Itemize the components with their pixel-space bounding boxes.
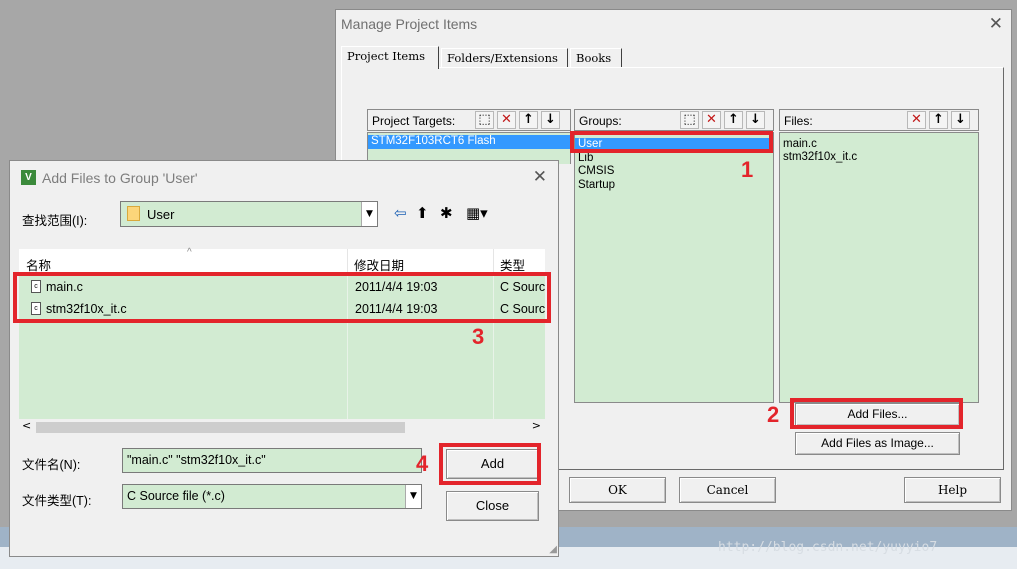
targets-header: Project Targets: ⬚ ✕ ↑ ↓ [367, 109, 571, 131]
resize-grip-icon[interactable]: ◢ [549, 544, 557, 555]
groups-header: Groups: ⬚ ✕ ↑ ↓ [574, 109, 774, 131]
delete-group-icon[interactable]: ✕ [702, 111, 721, 129]
new-target-icon[interactable]: ⬚ [475, 111, 494, 129]
move-up-icon[interactable]: ↑ [724, 111, 743, 129]
dialog-title: Add Files to Group 'User' [42, 170, 198, 186]
horizontal-scrollbar[interactable]: < > [19, 419, 545, 436]
filename-value: "main.c" "stm32f10x_it.c" [127, 453, 266, 467]
scroll-left-icon[interactable]: < [22, 419, 31, 432]
tab-folders-extensions[interactable]: Folders/Extensions [441, 48, 568, 68]
watermark: http://blog.csdn.net/yuyyio7 [718, 540, 938, 555]
ok-button[interactable]: OK [569, 477, 666, 503]
highlight-box-groups-user [570, 131, 773, 153]
help-button[interactable]: Help [904, 477, 1001, 503]
keil-app-icon: V [21, 170, 36, 185]
files-header: Files: ✕ ↑ ↓ [779, 109, 979, 131]
sort-caret-icon: ^ [187, 247, 192, 258]
view-menu-icon[interactable]: ▦▾ [466, 204, 488, 222]
file-list-header: 名称 ^ 修改日期 类型 [19, 247, 545, 274]
move-up-icon[interactable]: ↑ [929, 111, 948, 129]
scrollbar-thumb[interactable] [36, 422, 405, 433]
groups-label: Groups: [579, 114, 622, 128]
new-folder-icon[interactable]: ✱ [440, 204, 453, 222]
annotation-number: 1 [741, 157, 754, 182]
move-down-icon[interactable]: ↓ [951, 111, 970, 129]
look-in-combo[interactable]: User ▼ [120, 201, 378, 227]
filename-input[interactable]: "main.c" "stm32f10x_it.c" [122, 448, 422, 473]
cancel-button[interactable]: Cancel [679, 477, 776, 503]
list-item[interactable]: stm32f10x_it.c [783, 151, 857, 164]
dialog-title: Manage Project Items [341, 16, 478, 32]
delete-file-icon[interactable]: ✕ [907, 111, 926, 129]
add-files-dialog: V Add Files to Group 'User' ✕ 查找范围(I): U… [9, 160, 559, 557]
new-group-icon[interactable]: ⬚ [680, 111, 699, 129]
annotation-number: 4 [416, 451, 429, 476]
filetype-label: 文件类型(T): [22, 494, 92, 508]
move-up-icon[interactable]: ↑ [519, 111, 538, 129]
tab-books[interactable]: Books [570, 48, 622, 68]
list-item[interactable]: CMSIS [578, 165, 614, 178]
move-down-icon[interactable]: ↓ [541, 111, 560, 129]
close-icon[interactable]: ✕ [533, 167, 547, 187]
close-icon[interactable]: ✕ [989, 14, 1003, 34]
list-item[interactable]: main.c [783, 138, 817, 151]
delete-target-icon[interactable]: ✕ [497, 111, 516, 129]
tab-project-items[interactable]: Project Items [341, 46, 439, 69]
chevron-down-icon[interactable]: ▼ [405, 485, 421, 508]
files-label: Files: [784, 114, 813, 128]
up-folder-icon[interactable]: ⬆ [416, 204, 429, 222]
look-in-label: 查找范围(I): [22, 214, 88, 228]
filetype-value: C Source file (*.c) [127, 489, 225, 503]
filetype-select[interactable]: C Source file (*.c) ▼ [122, 484, 422, 509]
targets-label: Project Targets: [372, 114, 456, 128]
look-in-value: User [147, 207, 175, 222]
annotation-number: 2 [767, 402, 780, 427]
move-down-icon[interactable]: ↓ [746, 111, 765, 129]
list-item[interactable]: Lib [578, 152, 593, 165]
add-files-as-image-button[interactable]: Add Files as Image... [795, 432, 960, 455]
files-list[interactable]: main.c stm32f10x_it.c [779, 132, 979, 403]
highlight-box-add-button [439, 443, 541, 485]
highlight-box-file-rows [13, 272, 551, 323]
annotation-number: 3 [472, 324, 485, 349]
chevron-down-icon[interactable]: ▼ [361, 202, 377, 226]
list-item[interactable]: Startup [578, 179, 615, 192]
scroll-right-icon[interactable]: > [532, 419, 541, 432]
list-item[interactable]: STM32F103RCT6 Flash [368, 135, 570, 149]
close-button[interactable]: Close [446, 491, 539, 521]
highlight-box-add-files [790, 398, 963, 429]
back-icon[interactable]: ⇦ [394, 204, 407, 222]
folder-icon [127, 206, 140, 221]
filename-label: 文件名(N): [22, 458, 81, 472]
